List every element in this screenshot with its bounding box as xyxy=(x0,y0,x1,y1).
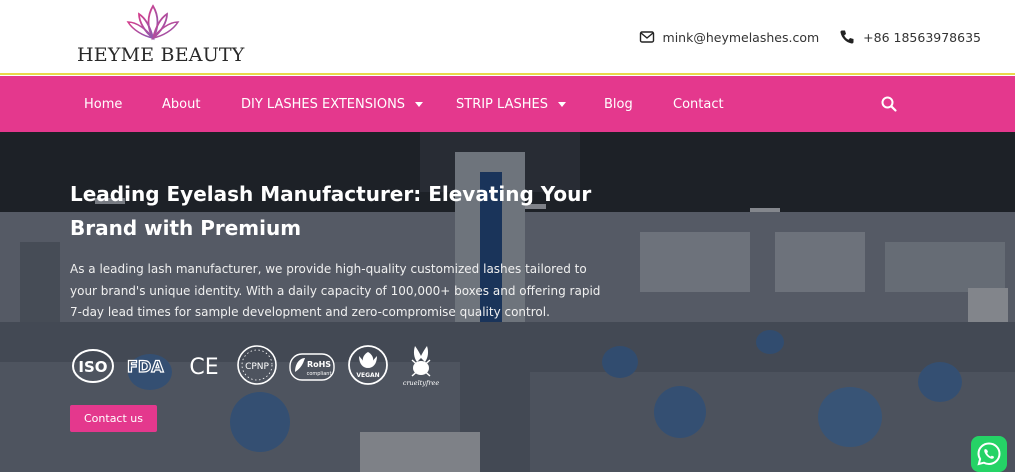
rohs-label: RoHS xyxy=(307,360,331,369)
nav-item-home[interactable]: Home xyxy=(84,76,122,132)
ce-certification-icon: CE xyxy=(189,355,218,380)
nav-item-label: DIY LASHES EXTENSIONS xyxy=(241,96,406,112)
nav-item-contact[interactable]: Contact xyxy=(673,76,724,132)
nav-item-strip-lashes[interactable]: STRIP LASHES xyxy=(456,76,566,132)
lotus-logo-icon xyxy=(126,4,180,41)
vegan-label: VEGAN xyxy=(356,372,379,379)
cpnp-certification-icon: CPNP xyxy=(237,345,277,385)
fda-label: FDA xyxy=(127,357,164,376)
header-phone[interactable]: +86 18563978635 xyxy=(863,30,981,45)
nav-item-about[interactable]: About xyxy=(162,76,200,132)
certification-badges: ISO FDA CE CPNP RoHS compliant VEGAN cru… xyxy=(70,344,450,388)
cruelty-free-label: crueltyfree xyxy=(403,379,440,387)
chevron-down-icon xyxy=(557,101,566,107)
nav-item-label: STRIP LASHES xyxy=(456,96,548,112)
cruelty-free-certification-icon: crueltyfree xyxy=(403,346,440,387)
search-icon[interactable] xyxy=(880,95,898,113)
nav-item-label: Home xyxy=(84,96,123,112)
rohs-certification-icon: RoHS compliant xyxy=(289,353,335,381)
fda-certification-icon: FDA xyxy=(126,356,164,376)
whatsapp-icon xyxy=(977,442,1001,466)
whatsapp-button[interactable] xyxy=(971,436,1007,472)
iso-label: ISO xyxy=(78,358,107,376)
header-contact: mink@heymelashes.com +86 18563978635 xyxy=(639,29,981,45)
nav-item-label: Contact xyxy=(673,96,724,112)
ce-label: CE xyxy=(189,355,218,380)
vegan-certification-icon: VEGAN xyxy=(348,345,388,385)
header-email[interactable]: mink@heymelashes.com xyxy=(663,30,820,45)
phone-icon xyxy=(840,30,854,44)
nav-item-diy-lashes[interactable]: DIY LASHES EXTENSIONS xyxy=(241,76,424,132)
hero-description: As a leading lash manufacturer, we provi… xyxy=(70,262,601,319)
site-logo[interactable]: HEYME BEAUTY xyxy=(77,4,244,66)
hero-banner: Leading Eyelash Manufacturer: Elevating … xyxy=(0,132,1015,472)
nav-item-blog[interactable]: Blog xyxy=(604,76,633,132)
rohs-sub-label: compliant xyxy=(307,371,332,377)
main-navigation: Home About DIY LASHES EXTENSIONS STRIP L… xyxy=(0,76,1015,132)
brand-name: HEYME BEAUTY xyxy=(77,44,245,66)
site-header: HEYME BEAUTY mink@heymelashes.com +86 18… xyxy=(0,0,1015,75)
contact-us-button[interactable]: Contact us xyxy=(70,405,157,432)
nav-item-label: About xyxy=(162,96,201,112)
hero-title: Leading Eyelash Manufacturer: Elevating … xyxy=(70,182,592,240)
iso-certification-icon: ISO xyxy=(72,349,114,383)
chevron-down-icon xyxy=(415,101,424,107)
nav-item-label: Blog xyxy=(604,96,633,112)
cpnp-label: CPNP xyxy=(245,362,269,372)
envelope-icon xyxy=(639,31,654,43)
